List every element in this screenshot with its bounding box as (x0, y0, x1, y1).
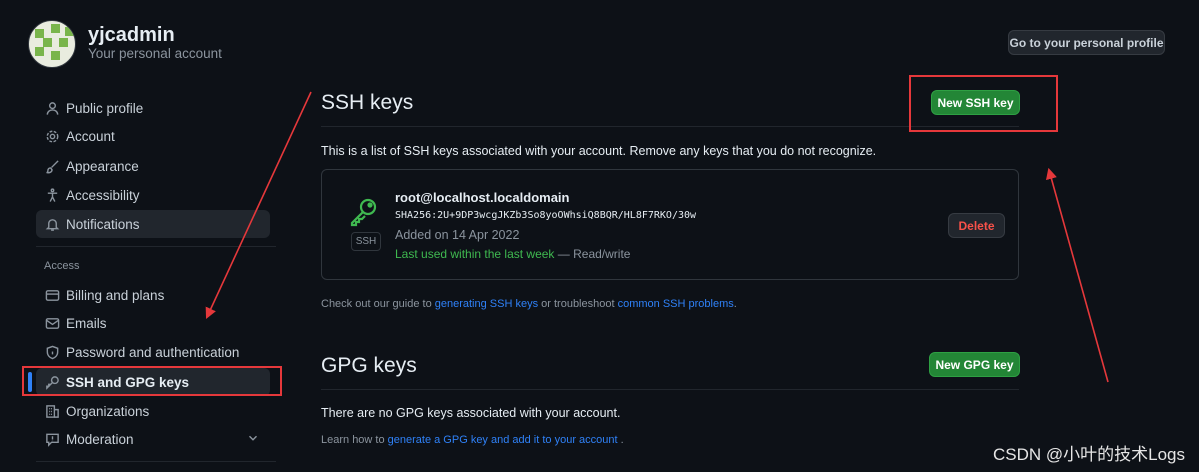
annotation-arrows (205, 91, 1109, 383)
annotation-arrow-down (205, 91, 312, 320)
annotation-arrow-up (1046, 167, 1109, 383)
watermark: CSDN @小叶的技术Logs (992, 445, 1185, 464)
